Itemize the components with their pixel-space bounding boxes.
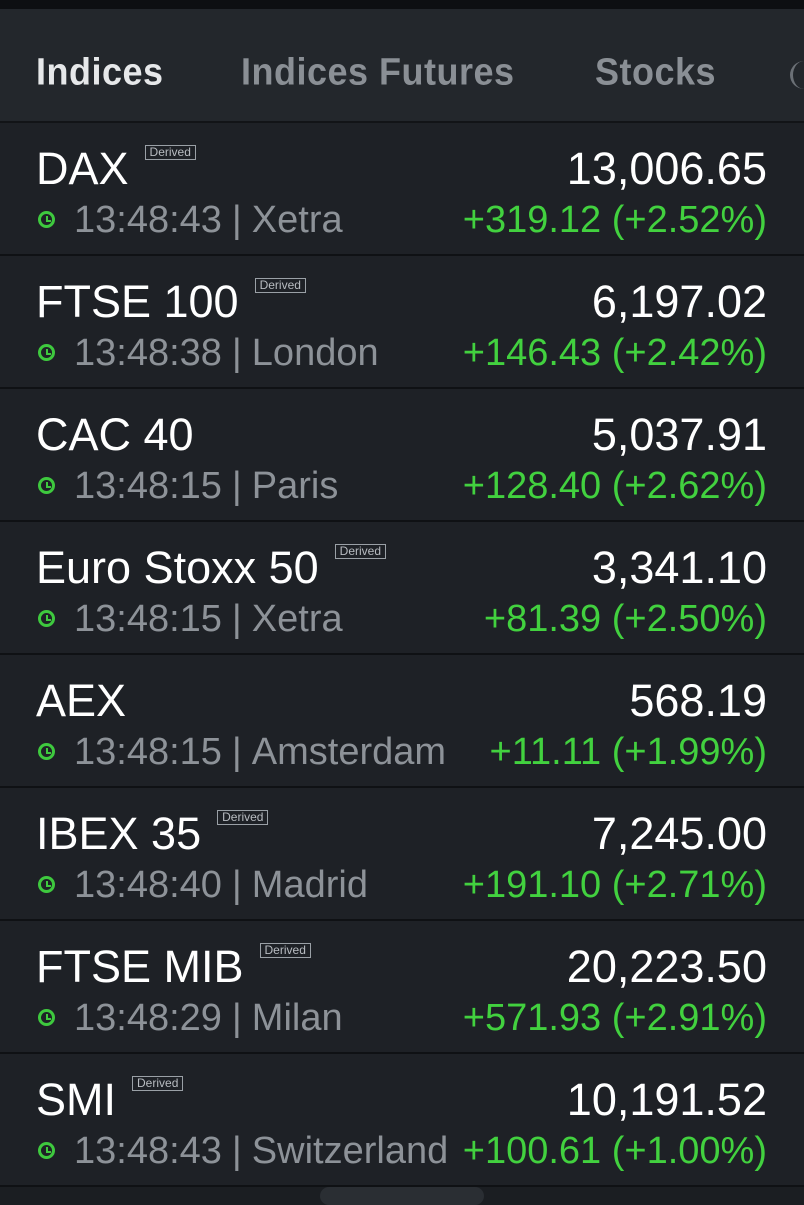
clock-icon	[38, 211, 55, 228]
tab-bar: Indices Indices Futures Stocks	[0, 9, 804, 123]
tab-overflow-indicator	[790, 61, 804, 89]
tab-indices-futures[interactable]: Indices Futures	[241, 50, 515, 94]
index-name: CAC 40	[36, 409, 194, 460]
index-price: 10,191.52	[566, 1074, 767, 1125]
list-item[interactable]: AEX 568.19 13:48:15 | Amsterdam +11.11 (+1…	[0, 655, 804, 788]
list-item[interactable]: Euro Stoxx 50 Derived 3,341.10 13:48:15 | X…	[0, 522, 804, 655]
clock-icon	[38, 876, 55, 893]
clock-icon	[38, 1142, 55, 1159]
update-time: 13:48:43	[74, 1130, 222, 1172]
exchange-name: London	[251, 332, 379, 374]
list-item[interactable]: FTSE MIB Derived 20,223.50 13:48:29 | Milan…	[0, 921, 804, 1054]
exchange-name: Paris	[251, 465, 339, 507]
update-time: 13:48:43	[74, 199, 222, 241]
index-meta: 13:48:29 | Milan	[74, 997, 343, 1039]
list-item[interactable]: CAC 40 5,037.91 13:48:15 | Paris +128.40 (…	[0, 389, 804, 522]
index-meta: 13:48:15 | Paris	[74, 465, 339, 507]
derived-badge: Derived	[334, 544, 387, 559]
derived-badge: Derived	[254, 278, 306, 293]
update-time: 13:48:15	[74, 731, 222, 773]
index-name: Euro Stoxx 50 Derived	[36, 542, 387, 594]
tab-stocks[interactable]: Stocks	[595, 50, 716, 94]
index-price: 3,341.10	[591, 542, 767, 593]
index-name: DAX Derived	[36, 143, 196, 195]
derived-badge: Derived	[132, 1076, 184, 1091]
index-change: +571.93 (+2.91%)	[462, 997, 767, 1039]
clock-icon	[38, 1009, 55, 1026]
clock-icon	[38, 743, 55, 760]
list-item[interactable]: IBEX 35 Derived 7,245.00 13:48:40 | Madrid …	[0, 788, 804, 921]
clock-icon	[38, 477, 55, 494]
exchange-name: Amsterdam	[251, 731, 447, 773]
derived-badge: Derived	[217, 810, 269, 825]
clock-icon	[38, 610, 55, 627]
indices-list: DAX Derived 13,006.65 13:48:43 | Xetra +319…	[0, 123, 804, 1187]
index-change: +128.40 (+2.62%)	[462, 465, 767, 507]
index-price: 6,197.02	[591, 276, 767, 327]
update-time: 13:48:15	[74, 598, 222, 640]
index-name: FTSE 100 Derived	[36, 276, 306, 328]
index-meta: 13:48:15 | Amsterdam	[74, 731, 447, 773]
tab-indices[interactable]: Indices	[36, 50, 164, 94]
clock-icon	[38, 344, 55, 361]
list-item[interactable]: FTSE 100 Derived 6,197.02 13:48:38 | London…	[0, 256, 804, 389]
index-price: 13,006.65	[566, 143, 767, 194]
index-price: 20,223.50	[566, 941, 767, 992]
index-price: 568.19	[629, 675, 767, 726]
index-meta: 13:48:43 | Xetra	[74, 199, 343, 241]
derived-badge: Derived	[144, 145, 196, 160]
index-change: +11.11 (+1.99%)	[489, 731, 767, 773]
exchange-name: Xetra	[251, 199, 343, 241]
status-bar	[0, 0, 804, 9]
exchange-name: Switzerland	[251, 1130, 449, 1172]
exchange-name: Madrid	[251, 864, 368, 906]
bottom-handle[interactable]	[320, 1187, 484, 1205]
index-name: FTSE MIB Derived	[36, 941, 311, 993]
exchange-name: Milan	[251, 997, 343, 1039]
index-price: 5,037.91	[591, 409, 767, 460]
list-item[interactable]: SMI Derived 10,191.52 13:48:43 | Switzerlan…	[0, 1054, 804, 1187]
index-meta: 13:48:15 | Xetra	[74, 598, 343, 640]
index-meta: 13:48:43 | Switzerland	[74, 1130, 449, 1172]
exchange-name: Xetra	[251, 598, 343, 640]
update-time: 13:48:15	[74, 465, 222, 507]
update-time: 13:48:40	[74, 864, 222, 906]
index-change: +100.61 (+1.00%)	[462, 1130, 767, 1172]
index-change: +191.10 (+2.71%)	[462, 864, 767, 906]
derived-badge: Derived	[259, 943, 311, 958]
index-meta: 13:48:38 | London	[74, 332, 379, 374]
index-change: +319.12 (+2.52%)	[462, 199, 767, 241]
list-item[interactable]: DAX Derived 13,006.65 13:48:43 | Xetra +319…	[0, 123, 804, 256]
index-name: IBEX 35 Derived	[36, 808, 269, 860]
index-price: 7,245.00	[591, 808, 767, 859]
index-name: SMI Derived	[36, 1074, 184, 1126]
index-change: +81.39 (+2.50%)	[483, 598, 767, 640]
update-time: 13:48:29	[74, 997, 222, 1039]
update-time: 13:48:38	[74, 332, 222, 374]
index-change: +146.43 (+2.42%)	[462, 332, 767, 374]
index-meta: 13:48:40 | Madrid	[74, 864, 368, 906]
index-name: AEX	[36, 675, 127, 726]
